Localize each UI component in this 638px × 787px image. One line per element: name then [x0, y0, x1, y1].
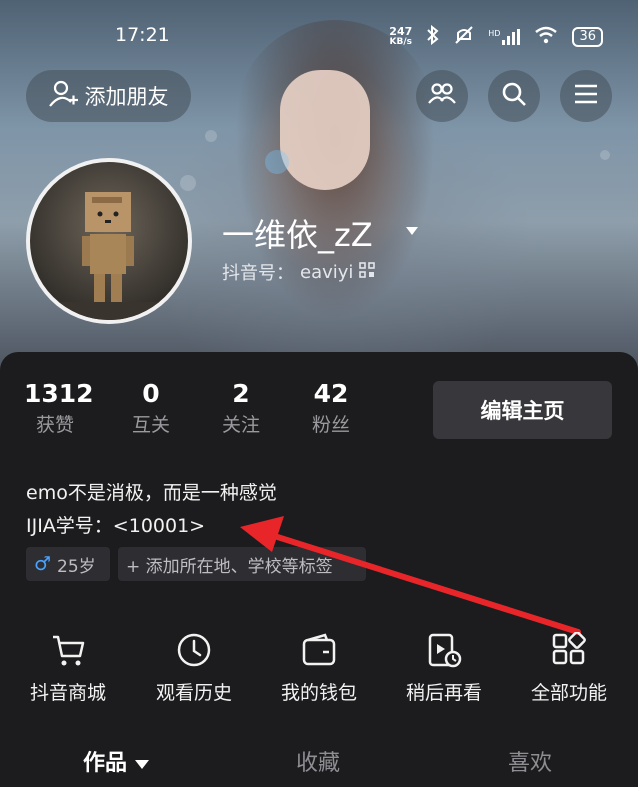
shortcut-label: 抖音商城 [29, 682, 106, 704]
tab-works[interactable]: 作品 [83, 745, 150, 777]
shortcut-watch-later[interactable]: 稍后再看 [389, 630, 499, 705]
tab-likes[interactable]: 喜欢 [508, 745, 552, 777]
shortcut-history[interactable]: 观看历史 [139, 630, 249, 705]
shortcut-all-functions[interactable]: 全部功能 [514, 630, 624, 705]
chevron-down-icon [135, 759, 150, 769]
shortcut-label: 全部功能 [530, 682, 607, 704]
shortcut-mall[interactable]: 抖音商城 [13, 630, 123, 705]
tab-favorites[interactable]: 收藏 [296, 745, 340, 777]
cart-icon [13, 630, 123, 670]
shortcut-label: 我的钱包 [280, 682, 357, 704]
shortcut-label: 观看历史 [155, 682, 232, 704]
clock-icon [139, 630, 249, 670]
wallet-icon [264, 630, 374, 670]
shortcut-label: 稍后再看 [405, 682, 482, 704]
tab-label: 作品 [83, 751, 128, 776]
shortcut-wallet[interactable]: 我的钱包 [264, 630, 374, 705]
tab-label: 收藏 [296, 751, 341, 776]
watch-later-icon [389, 630, 499, 670]
grid-icon [514, 630, 624, 670]
tab-label: 喜欢 [508, 751, 553, 776]
